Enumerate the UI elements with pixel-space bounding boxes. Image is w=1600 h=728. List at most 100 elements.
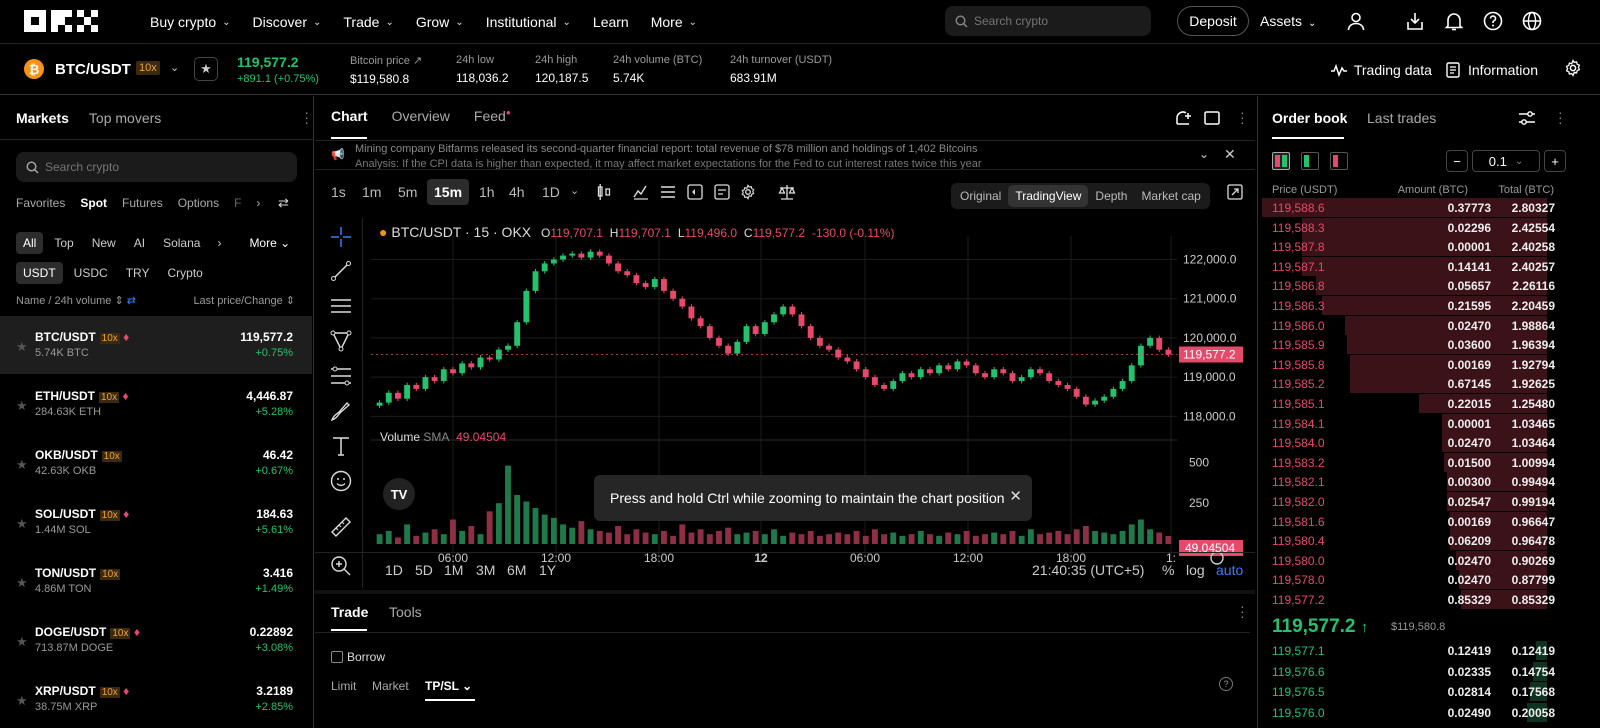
- sort-last-price[interactable]: Last price/Change ⇕: [193, 294, 295, 307]
- filter-all[interactable]: All: [16, 232, 44, 254]
- bell-icon[interactable]: [1443, 10, 1465, 32]
- ask-row[interactable]: 119,587.8 0.00001 2.40258: [1258, 237, 1600, 257]
- mode-tradingview[interactable]: TradingView: [1008, 185, 1089, 207]
- ask-row[interactable]: 119,586.3 0.21595 2.20459: [1258, 296, 1600, 315]
- chart-clock[interactable]: 21:40:35 (UTC+5): [1032, 562, 1144, 578]
- percent-toggle[interactable]: %: [1162, 562, 1174, 578]
- star-icon[interactable]: ★: [16, 457, 28, 473]
- ask-row[interactable]: 119,582.1 0.00300 0.99494: [1258, 472, 1600, 492]
- pair-selector[interactable]: BTC/USDT: [55, 61, 131, 78]
- ask-row[interactable]: 119,585.1 0.22015 1.25480: [1258, 394, 1600, 413]
- ask-row[interactable]: 119,585.8 0.00169 1.92794: [1258, 354, 1600, 374]
- filter-solana[interactable]: Solana: [156, 232, 207, 254]
- mode-market-cap[interactable]: Market cap: [1134, 185, 1207, 207]
- news-ticker[interactable]: 📢 Mining company Bitfarms released its s…: [315, 140, 1255, 170]
- pattern-icon[interactable]: [330, 330, 352, 352]
- order-type-limit[interactable]: Limit: [331, 679, 356, 693]
- window-icon[interactable]: [1204, 111, 1220, 128]
- range-5d[interactable]: 5D: [415, 562, 433, 578]
- indicators-icon[interactable]: [633, 184, 649, 203]
- decrement-button[interactable]: −: [1446, 150, 1468, 172]
- borrow-checkbox[interactable]: Borrow: [331, 650, 385, 664]
- bid-row[interactable]: 119,576.6 0.02335 0.14754: [1258, 661, 1600, 681]
- info-icon[interactable]: ?: [1219, 677, 1233, 691]
- trading-data-button[interactable]: Trading data: [1330, 62, 1432, 78]
- fullscreen-icon[interactable]: [1227, 184, 1243, 203]
- type-favorites[interactable]: Favorites: [16, 196, 65, 210]
- filter-top[interactable]: Top: [47, 232, 80, 254]
- tab-tools[interactable]: Tools: [389, 604, 422, 620]
- user-icon[interactable]: [1345, 10, 1367, 32]
- template-icon[interactable]: [714, 184, 730, 203]
- swap-arrows-icon[interactable]: ⇄: [278, 195, 289, 211]
- market-row[interactable]: ★ BTC/USDT 10x ♦ 5.74K BTC 119,577.2 +0.75%: [0, 316, 312, 374]
- bid-row[interactable]: 119,577.1 0.12419 0.12419: [1258, 641, 1600, 660]
- ask-row[interactable]: 119,586.8 0.05657 2.26116: [1258, 276, 1600, 296]
- okx-logo[interactable]: [24, 10, 102, 32]
- view-bids-icon[interactable]: [1301, 152, 1319, 170]
- menu-grow[interactable]: Grow ⌄: [416, 0, 464, 44]
- tab-top-movers[interactable]: Top movers: [89, 110, 161, 126]
- tick-size-select[interactable]: 0.1 ⌄: [1472, 150, 1540, 172]
- crosshair-icon[interactable]: [330, 226, 352, 248]
- fib-icon[interactable]: [330, 365, 352, 387]
- ask-row[interactable]: 119,584.0 0.02470 1.03464: [1258, 433, 1600, 453]
- panel-menu-icon[interactable]: · · ·: [304, 105, 309, 129]
- market-row[interactable]: ★ OKB/USDT 10x 42.63K OKB 46.42 +0.67%: [0, 434, 312, 492]
- tf-1d[interactable]: 1D: [542, 184, 560, 200]
- close-icon[interactable]: ✕: [1224, 146, 1236, 163]
- type-more[interactable]: F: [234, 196, 241, 210]
- brush-icon[interactable]: [330, 400, 352, 422]
- horizontal-lines-icon[interactable]: [330, 295, 352, 317]
- range-1d[interactable]: 1D: [385, 562, 403, 578]
- tf-4h[interactable]: 4h: [509, 184, 525, 200]
- filter-more[interactable]: More ⌄: [249, 236, 290, 250]
- sort-name-volume[interactable]: Name / 24h volume ⇕ ⇄: [16, 295, 136, 307]
- favorite-star-button[interactable]: ★: [194, 57, 218, 81]
- star-icon[interactable]: ★: [16, 398, 28, 414]
- nav-search-input[interactable]: [974, 14, 1134, 28]
- trend-line-icon[interactable]: [330, 260, 352, 282]
- star-icon[interactable]: ★: [16, 516, 28, 532]
- tab-markets[interactable]: Markets: [16, 110, 69, 126]
- menu-more[interactable]: More ⌄: [651, 0, 697, 44]
- view-asks-icon[interactable]: [1330, 152, 1348, 170]
- chevron-down-icon[interactable]: ⌄: [570, 184, 579, 197]
- ask-row[interactable]: 119,580.4 0.06209 0.96478: [1258, 531, 1600, 551]
- help-icon[interactable]: [1482, 10, 1504, 32]
- mode-original[interactable]: Original: [953, 185, 1008, 207]
- bid-row[interactable]: 119,576.5 0.02814 0.17568: [1258, 682, 1600, 701]
- ask-row[interactable]: 119,588.6 0.37773 2.80327: [1258, 198, 1600, 217]
- tab-last-trades[interactable]: Last trades: [1367, 110, 1436, 126]
- information-button[interactable]: Information: [1446, 62, 1538, 78]
- tab-order-book[interactable]: Order book: [1272, 110, 1347, 126]
- tf-1h[interactable]: 1h: [479, 184, 495, 200]
- type-spot[interactable]: Spot: [80, 196, 107, 210]
- market-search-box[interactable]: [16, 152, 297, 182]
- chevron-down-icon[interactable]: ⌄: [1199, 147, 1209, 161]
- layout-lines-icon[interactable]: [660, 184, 676, 203]
- order-type-market[interactable]: Market: [372, 679, 409, 693]
- quote-try[interactable]: TRY: [119, 262, 157, 284]
- range-1y[interactable]: 1Y: [539, 562, 556, 578]
- download-icon[interactable]: [1404, 10, 1426, 32]
- assets-menu[interactable]: Assets ⌄: [1260, 13, 1316, 29]
- star-icon[interactable]: ★: [16, 634, 28, 650]
- tab-overview[interactable]: Overview: [392, 108, 450, 124]
- range-3m[interactable]: 3M: [476, 562, 495, 578]
- market-row[interactable]: ★ SOL/USDT 10x ♦ 1.44M SOL 184.63 +5.61%: [0, 493, 312, 551]
- close-icon[interactable]: ✕: [1009, 487, 1022, 505]
- filter-ai[interactable]: AI: [127, 232, 152, 254]
- text-tool-icon[interactable]: [330, 435, 352, 457]
- increment-button[interactable]: +: [1544, 150, 1566, 172]
- auto-toggle[interactable]: auto: [1216, 562, 1243, 578]
- price-chart[interactable]: 122,000.0 121,000.0 120,000.0 119,000.0 118,…: [371, 218, 1255, 588]
- tab-trade[interactable]: Trade: [331, 604, 368, 620]
- ask-row[interactable]: 119,588.3 0.02296 2.42554: [1258, 217, 1600, 237]
- tab-chart[interactable]: Chart: [331, 108, 368, 124]
- emoji-icon[interactable]: [330, 470, 352, 492]
- ask-row[interactable]: 119,584.1 0.00001 1.03465: [1258, 413, 1600, 433]
- tf-1m[interactable]: 1m: [362, 184, 381, 200]
- tf-15m[interactable]: 15m: [427, 179, 470, 205]
- ask-row[interactable]: 119,580.0 0.02470 0.90269: [1258, 550, 1600, 570]
